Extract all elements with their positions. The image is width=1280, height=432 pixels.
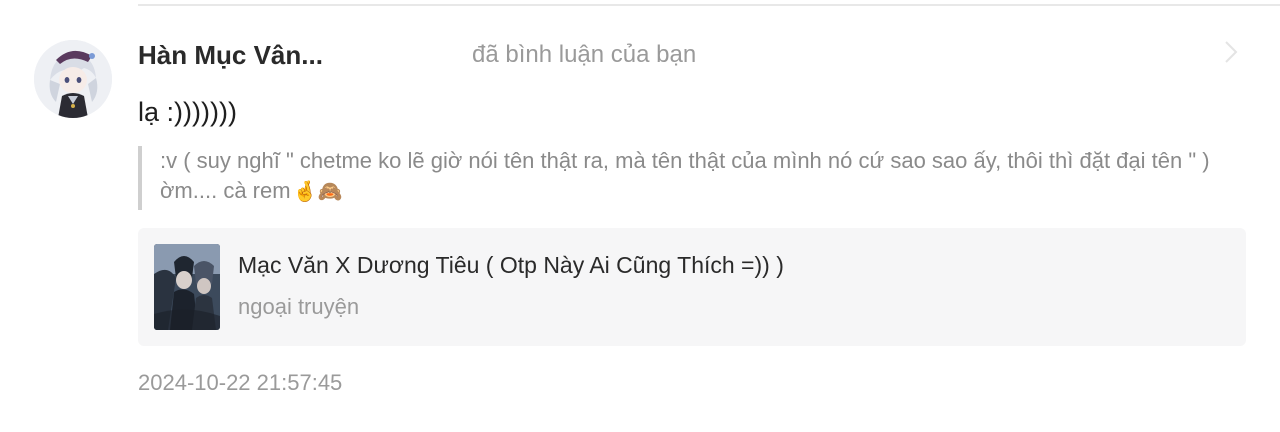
- chevron-right-icon[interactable]: [1218, 38, 1242, 66]
- story-card[interactable]: Mạc Văn X Dương Tiêu ( Otp Này Ai Cũng T…: [138, 228, 1246, 346]
- avatar-illustration: [34, 40, 112, 118]
- user-avatar[interactable]: [34, 40, 112, 118]
- quoted-emojis: 🤞🙈: [292, 181, 343, 203]
- action-description: đã bình luận của bạn: [472, 41, 697, 68]
- story-cover[interactable]: [154, 244, 220, 330]
- story-title[interactable]: Mạc Văn X Dương Tiêu ( Otp Này Ai Cũng T…: [238, 250, 784, 280]
- notification-screen: Hàn Mục Vân... đã bình luận của bạn lạ :…: [0, 0, 1280, 432]
- user-name[interactable]: Hàn Mục Vân...: [138, 38, 323, 72]
- reply-text: lạ :))))))): [138, 97, 237, 127]
- timestamp: 2024-10-22 21:57:45: [138, 370, 343, 395]
- story-chapter: ngoại truyện: [238, 294, 360, 319]
- cover-illustration: [154, 244, 220, 330]
- quoted-comment: :v ( suy nghĩ " chetme ko lẽ giờ nói tên…: [138, 146, 1248, 210]
- top-divider: [138, 4, 1280, 6]
